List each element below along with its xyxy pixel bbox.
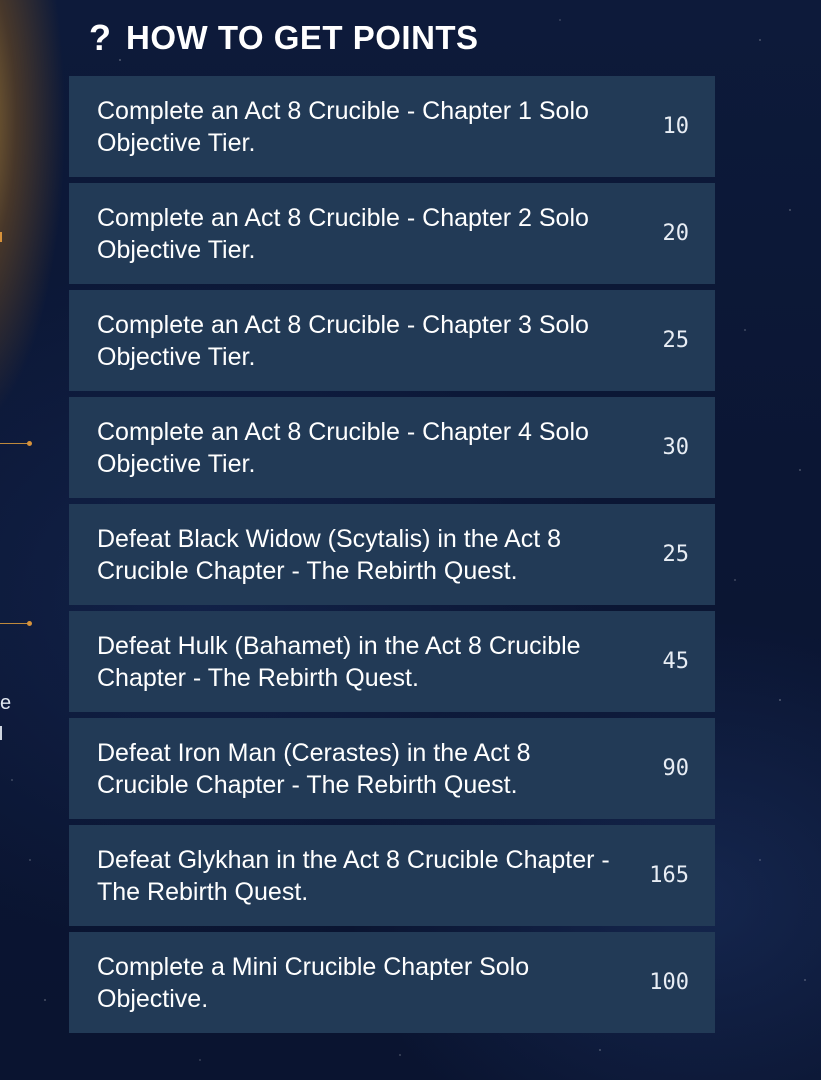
question-mark-icon: ? <box>89 17 111 58</box>
side-accent-marker <box>0 232 2 242</box>
objective-description: Complete an Act 8 Crucible - Chapter 2 S… <box>97 203 589 264</box>
objective-points: 45 <box>662 649 690 674</box>
objective-row: Complete an Act 8 Crucible - Chapter 2 S… <box>69 183 715 284</box>
points-objective-list: Complete an Act 8 Crucible - Chapter 1 S… <box>69 76 715 1039</box>
objective-description: Complete an Act 8 Crucible - Chapter 4 S… <box>97 417 589 478</box>
objective-description: Complete a Mini Crucible Chapter Solo Ob… <box>97 952 530 1013</box>
objective-points: 10 <box>662 114 690 139</box>
objective-row: Defeat Glykhan in the Act 8 Crucible Cha… <box>69 825 715 926</box>
objective-points: 30 <box>662 435 690 460</box>
objective-description: Complete an Act 8 Crucible - Chapter 3 S… <box>97 310 589 371</box>
objective-row: Defeat Hulk (Bahamet) in the Act 8 Cruci… <box>69 611 715 712</box>
objective-description: Defeat Glykhan in the Act 8 Crucible Cha… <box>97 845 610 906</box>
objective-points: 25 <box>662 542 690 567</box>
objective-points: 100 <box>649 970 689 995</box>
section-header: ? HOW TO GET POINTS <box>88 18 479 58</box>
objective-row: Complete an Act 8 Crucible - Chapter 3 S… <box>69 290 715 391</box>
objective-row: Complete an Act 8 Crucible - Chapter 4 S… <box>69 397 715 498</box>
objective-row: Complete a Mini Crucible Chapter Solo Ob… <box>69 932 715 1033</box>
section-title: HOW TO GET POINTS <box>126 19 479 56</box>
objective-points: 25 <box>662 328 690 353</box>
side-menu-fragment: e <box>0 692 12 714</box>
objective-description: Defeat Iron Man (Cerastes) in the Act 8 … <box>97 738 531 799</box>
objective-points: 20 <box>662 221 690 246</box>
side-connector-line <box>0 441 32 446</box>
objective-row: Defeat Iron Man (Cerastes) in the Act 8 … <box>69 718 715 819</box>
side-tick-mark <box>0 726 2 740</box>
objective-points: 90 <box>662 756 690 781</box>
side-connector-line <box>0 621 32 626</box>
objective-row: Complete an Act 8 Crucible - Chapter 1 S… <box>69 76 715 177</box>
objective-description: Complete an Act 8 Crucible - Chapter 1 S… <box>97 96 589 157</box>
objective-description: Defeat Hulk (Bahamet) in the Act 8 Cruci… <box>97 631 581 692</box>
objective-description: Defeat Black Widow (Scytalis) in the Act… <box>97 524 562 585</box>
objective-points: 165 <box>649 863 689 888</box>
objective-row: Defeat Black Widow (Scytalis) in the Act… <box>69 504 715 605</box>
